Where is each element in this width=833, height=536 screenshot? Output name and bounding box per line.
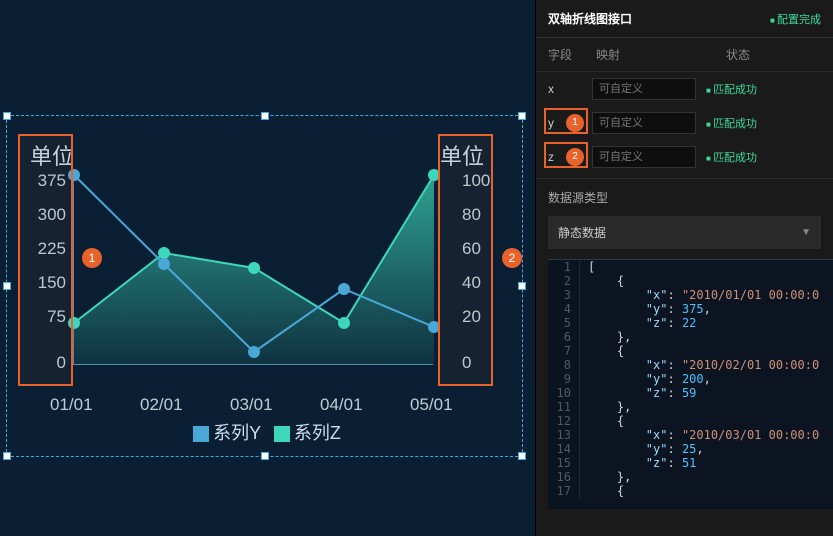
source-dropdown[interactable]: 静态数据 ▼ bbox=[548, 216, 821, 249]
resize-handle[interactable] bbox=[3, 112, 11, 120]
panel-header: 双轴折线图接口 配置完成 bbox=[536, 0, 833, 38]
field-status: 匹配成功 bbox=[706, 81, 757, 97]
x-tick: 02/01 bbox=[140, 395, 183, 415]
field-headers: 字段 映射 状态 bbox=[536, 38, 833, 72]
resize-handle[interactable] bbox=[518, 112, 526, 120]
dual-axis-chart: 单位 单位 375 300 225 150 75 0 100 80 60 40 … bbox=[18, 125, 508, 445]
field-row-x: x 匹配成功 bbox=[536, 72, 833, 106]
panel-status: 配置完成 bbox=[770, 11, 821, 27]
code-editor[interactable]: 1[ 2 { 3 "x": "2010/01/01 00:00:0 4 "y":… bbox=[548, 259, 833, 509]
x-tick: 05/01 bbox=[410, 395, 453, 415]
resize-handle[interactable] bbox=[261, 452, 269, 460]
callout-highlight-y bbox=[544, 108, 588, 134]
callout-highlight-z bbox=[544, 142, 588, 168]
x-tick: 04/01 bbox=[320, 395, 363, 415]
canvas[interactable]: 单位 单位 375 300 225 150 75 0 100 80 60 40 … bbox=[0, 0, 535, 536]
field-key: x bbox=[548, 82, 566, 96]
legend-swatch-y bbox=[193, 426, 209, 442]
x-tick: 01/01 bbox=[50, 395, 93, 415]
plot-area bbox=[73, 175, 433, 365]
field-status: 匹配成功 bbox=[706, 149, 757, 165]
legend-label-z: 系列Z bbox=[294, 423, 341, 443]
callout-box-1 bbox=[18, 134, 73, 386]
legend-label-y: 系列Y bbox=[213, 423, 261, 443]
x-tick: 03/01 bbox=[230, 395, 273, 415]
field-row-z: z 2 匹配成功 bbox=[536, 140, 833, 174]
header-mapping: 映射 bbox=[596, 46, 726, 63]
callout-badge-2: 2 bbox=[502, 248, 522, 268]
config-panel: 双轴折线图接口 配置完成 字段 映射 状态 x 匹配成功 y 1 匹配成功 z … bbox=[535, 0, 833, 536]
panel-title: 双轴折线图接口 bbox=[548, 10, 632, 27]
resize-handle[interactable] bbox=[518, 452, 526, 460]
field-row-y: y 1 匹配成功 bbox=[536, 106, 833, 140]
source-label: 数据源类型 bbox=[536, 178, 833, 212]
chevron-down-icon: ▼ bbox=[801, 227, 811, 238]
resize-handle[interactable] bbox=[3, 282, 11, 290]
resize-handle[interactable] bbox=[518, 282, 526, 290]
legend-swatch-z bbox=[274, 426, 290, 442]
field-status: 匹配成功 bbox=[706, 115, 757, 131]
field-mapping-input[interactable] bbox=[592, 112, 696, 134]
header-field: 字段 bbox=[548, 46, 596, 63]
field-mapping-input[interactable] bbox=[592, 146, 696, 168]
callout-box-2 bbox=[438, 134, 493, 386]
resize-handle[interactable] bbox=[261, 112, 269, 120]
field-mapping-input[interactable] bbox=[592, 78, 696, 100]
header-state: 状态 bbox=[726, 46, 750, 63]
callout-badge-1: 1 bbox=[82, 248, 102, 268]
resize-handle[interactable] bbox=[3, 452, 11, 460]
legend: 系列Y 系列Z bbox=[18, 419, 508, 445]
source-value: 静态数据 bbox=[558, 224, 606, 241]
